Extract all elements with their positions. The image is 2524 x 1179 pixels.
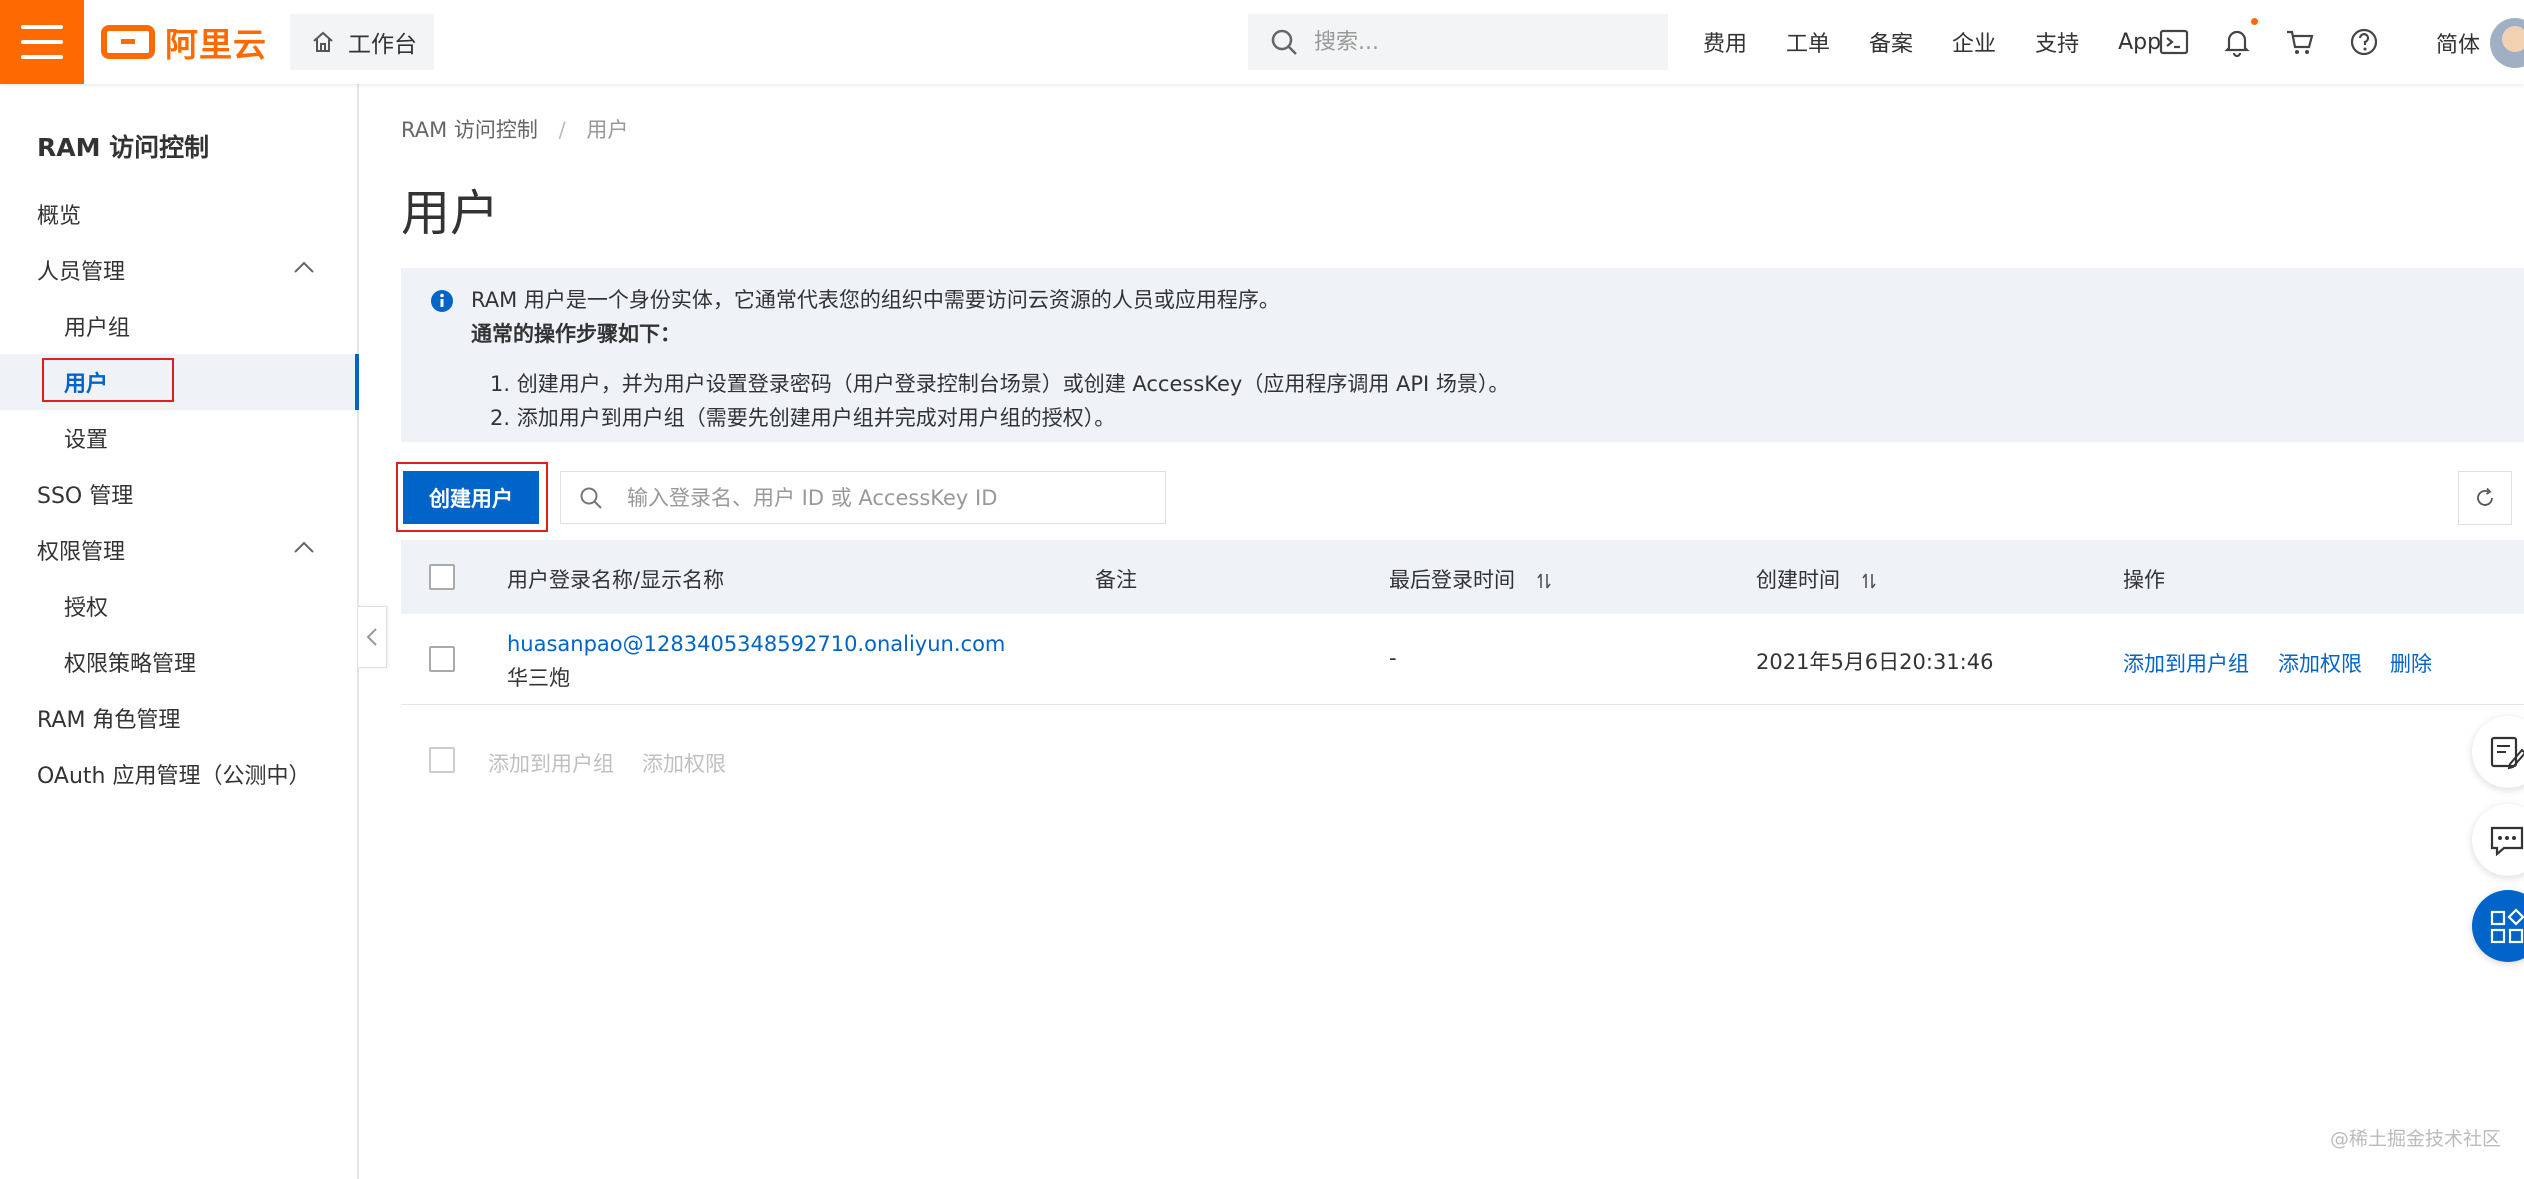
column-header-created[interactable]: 创建时间 bbox=[1756, 564, 1877, 594]
delete-user-link[interactable]: 删除 bbox=[2390, 648, 2432, 678]
column-header-label: 最后登录时间 bbox=[1389, 568, 1515, 592]
user-last-login: - bbox=[1389, 646, 1397, 670]
chat-icon bbox=[2490, 826, 2524, 857]
notice-description: RAM 用户是一个身份实体，它通常代表您的组织中需要访问云资源的人员或应用程序。 bbox=[471, 288, 1280, 312]
user-login-name-link[interactable]: huasanpao@1283405348592710.onaliyun.com bbox=[507, 632, 1005, 656]
add-permission-link[interactable]: 添加权限 bbox=[2278, 648, 2362, 678]
bulk-add-to-group-button[interactable]: 添加到用户组 bbox=[488, 748, 614, 778]
aliyun-logo[interactable]: 阿里云 bbox=[101, 20, 267, 64]
column-header-login-name: 用户登录名称/显示名称 bbox=[507, 568, 725, 592]
sidebar-item-permission-management[interactable]: 权限管理 bbox=[0, 522, 357, 578]
hamburger-menu-button[interactable] bbox=[0, 0, 84, 84]
column-header-label: 创建时间 bbox=[1756, 568, 1840, 592]
apps-float-button[interactable] bbox=[2472, 890, 2524, 962]
user-search[interactable] bbox=[560, 471, 1166, 524]
sidebar-collapse-button[interactable] bbox=[358, 606, 387, 668]
column-header-remark: 备注 bbox=[1095, 568, 1137, 592]
sidebar-item-label: 授权 bbox=[64, 596, 109, 621]
nav-tickets[interactable]: 工单 bbox=[1786, 26, 1830, 58]
sidebar-title: RAM 访问控制 bbox=[37, 133, 210, 162]
breadcrumb-separator: / bbox=[558, 118, 566, 142]
terminal-icon[interactable] bbox=[2158, 26, 2190, 58]
sidebar-item-label: 权限策略管理 bbox=[64, 652, 197, 677]
global-search-input[interactable] bbox=[1312, 28, 1656, 56]
chevron-up-icon bbox=[294, 541, 314, 553]
sidebar-item-ram-roles[interactable]: RAM 角色管理 bbox=[0, 690, 357, 746]
avatar[interactable] bbox=[2490, 18, 2524, 68]
help-icon[interactable] bbox=[2348, 26, 2380, 58]
bulk-select-checkbox[interactable] bbox=[429, 747, 455, 773]
create-user-button[interactable]: 创建用户 bbox=[403, 471, 539, 524]
info-icon bbox=[431, 290, 453, 312]
user-display-name: 华三炮 bbox=[507, 666, 570, 690]
chat-float-button[interactable] bbox=[2472, 804, 2524, 876]
row-checkbox[interactable] bbox=[429, 646, 455, 672]
home-icon bbox=[313, 31, 333, 52]
refresh-button[interactable] bbox=[2458, 471, 2512, 525]
sidebar-item-label: 用户组 bbox=[64, 316, 131, 341]
sidebar-item-sso[interactable]: SSO 管理 bbox=[0, 466, 357, 522]
page-title: 用户 bbox=[401, 185, 500, 242]
notice-step-1: 1. 创建用户，并为用户设置登录密码（用户登录控制台场景）或创建 AccessK… bbox=[490, 372, 1510, 396]
user-search-input[interactable] bbox=[625, 484, 1149, 511]
nav-support[interactable]: 支持 bbox=[2035, 26, 2079, 58]
user-created-time: 2021年5月6日20:31:46 bbox=[1756, 650, 1994, 674]
column-header-actions: 操作 bbox=[2123, 568, 2165, 592]
top-nav: 费用 工单 备案 企业 支持 App bbox=[1703, 0, 2200, 84]
column-header-last-login[interactable]: 最后登录时间 bbox=[1389, 564, 1552, 594]
sidebar-item-label: 权限管理 bbox=[37, 540, 126, 565]
info-notice: RAM 用户是一个身份实体，它通常代表您的组织中需要访问云资源的人员或应用程序。… bbox=[401, 268, 2524, 442]
sort-icon[interactable] bbox=[1536, 572, 1552, 590]
chevron-up-icon bbox=[294, 261, 314, 273]
bulk-add-permission-button[interactable]: 添加权限 bbox=[642, 748, 726, 778]
search-icon bbox=[580, 487, 602, 509]
sidebar-item-label: 概览 bbox=[37, 204, 82, 229]
sidebar: RAM 访问控制 概览 人员管理 用户组 用户 设置 SSO 管理 权限管理 授… bbox=[0, 84, 359, 1179]
sidebar-item-user-groups[interactable]: 用户组 bbox=[0, 298, 357, 354]
edit-document-icon bbox=[2490, 736, 2524, 770]
sidebar-item-label: 人员管理 bbox=[37, 260, 126, 285]
sidebar-item-identity-management[interactable]: 人员管理 bbox=[0, 242, 357, 298]
nav-icp[interactable]: 备案 bbox=[1869, 26, 1913, 58]
logo-mark-icon bbox=[101, 25, 155, 59]
select-all-checkbox[interactable] bbox=[429, 564, 455, 590]
highlight-frame bbox=[42, 358, 174, 402]
sort-icon[interactable] bbox=[1861, 572, 1877, 590]
table-header: 用户登录名称/显示名称 备注 最后登录时间 创建时间 操作 bbox=[401, 540, 2524, 614]
cart-icon[interactable] bbox=[2284, 26, 2316, 58]
bell-icon[interactable] bbox=[2221, 26, 2253, 58]
notice-step-2: 2. 添加用户到用户组（需要先创建用户组并完成对用户组的授权）。 bbox=[490, 406, 1116, 430]
add-to-group-link[interactable]: 添加到用户组 bbox=[2123, 648, 2249, 678]
chevron-left-icon bbox=[366, 628, 377, 646]
nav-billing[interactable]: 费用 bbox=[1703, 26, 1747, 58]
notification-dot bbox=[2251, 18, 2258, 25]
feedback-float-button[interactable] bbox=[2472, 716, 2524, 788]
breadcrumb-ram[interactable]: RAM 访问控制 bbox=[401, 118, 538, 142]
sidebar-item-label: RAM 角色管理 bbox=[37, 708, 181, 733]
sidebar-item-oauth-apps[interactable]: OAuth 应用管理（公测中） bbox=[0, 746, 357, 802]
workbench-button[interactable]: 工作台 bbox=[290, 14, 434, 70]
notice-heading: 通常的操作步骤如下： bbox=[471, 322, 681, 346]
refresh-icon bbox=[2477, 487, 2493, 506]
sidebar-item-overview[interactable]: 概览 bbox=[0, 186, 357, 242]
nav-app[interactable]: App bbox=[2118, 30, 2161, 55]
global-search[interactable] bbox=[1248, 14, 1668, 70]
search-icon bbox=[1271, 29, 1297, 55]
watermark: @稀土掘金技术社区 bbox=[2330, 1128, 2502, 1150]
grid-apps-icon bbox=[2490, 908, 2524, 944]
sidebar-item-policies[interactable]: 权限策略管理 bbox=[0, 634, 357, 690]
sidebar-item-label: SSO 管理 bbox=[37, 484, 134, 509]
logo-text: 阿里云 bbox=[165, 25, 267, 64]
breadcrumb-current: 用户 bbox=[586, 118, 629, 142]
workbench-label: 工作台 bbox=[348, 32, 417, 58]
table-row: huasanpao@1283405348592710.onaliyun.com … bbox=[401, 614, 2524, 705]
sidebar-item-label: 设置 bbox=[64, 428, 109, 453]
sidebar-item-label: OAuth 应用管理（公测中） bbox=[37, 764, 311, 789]
sidebar-item-settings[interactable]: 设置 bbox=[0, 410, 357, 466]
language-switch[interactable]: 简体 bbox=[2436, 27, 2480, 59]
breadcrumb: RAM 访问控制 / 用户 bbox=[401, 114, 628, 144]
nav-enterprise[interactable]: 企业 bbox=[1952, 26, 1996, 58]
sidebar-item-grants[interactable]: 授权 bbox=[0, 578, 357, 634]
top-bar: 阿里云 工作台 费用 工单 备案 企业 支持 App bbox=[0, 0, 2524, 84]
